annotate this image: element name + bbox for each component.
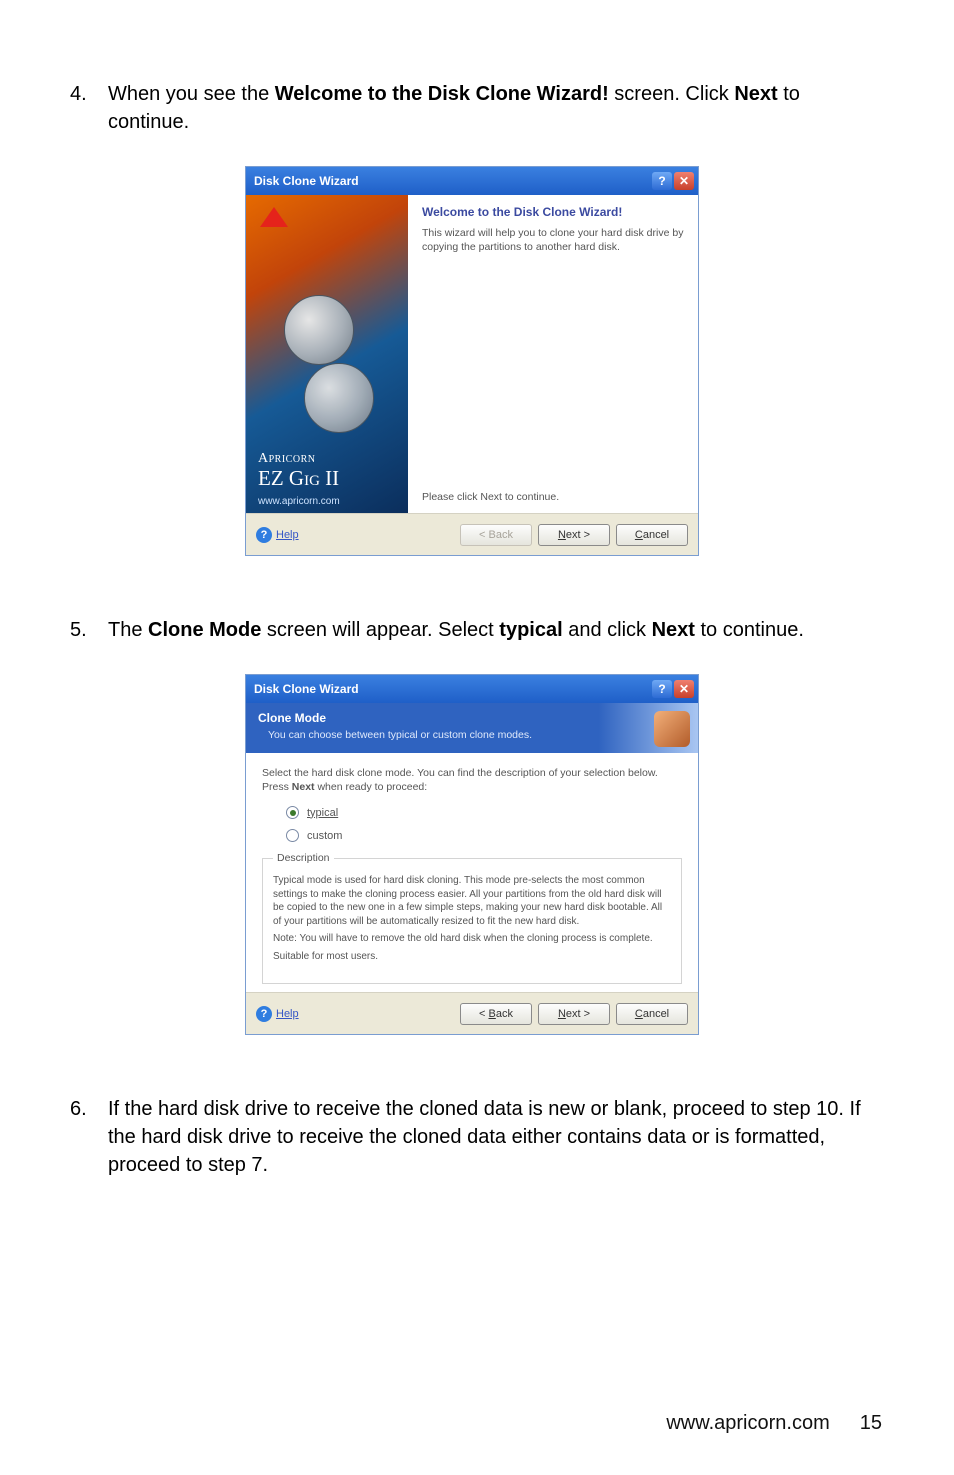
wizard1-button-bar: ? Help < Back Next > Cancel — [246, 513, 698, 555]
wizard1-heading: Welcome to the Disk Clone Wizard! — [422, 205, 684, 219]
help-link[interactable]: ? Help — [256, 1006, 299, 1022]
page-footer: www.apricorn.com 15 — [666, 1412, 882, 1435]
radio-icon — [286, 806, 299, 819]
next-button[interactable]: Next > — [538, 1003, 610, 1025]
help-question-icon: ? — [256, 1006, 272, 1022]
close-icon[interactable]: ✕ — [674, 172, 694, 190]
radio-custom[interactable]: custom — [286, 829, 682, 842]
step-5: 5. The Clone Mode screen will appear. Se… — [60, 616, 884, 644]
wizard1-intro-text: This wizard will help you to clone your … — [422, 227, 684, 254]
wizard2-figure: Disk Clone Wizard ? ✕ Clone Mode You can… — [60, 674, 884, 1035]
cancel-button[interactable]: Cancel — [616, 524, 688, 546]
wizard1-titlebar: Disk Clone Wizard ? ✕ — [246, 167, 698, 195]
description-p3: Suitable for most users. — [273, 950, 671, 964]
footer-url: www.apricorn.com — [666, 1412, 829, 1435]
brand-line2: EZ Gig II — [258, 467, 339, 489]
description-legend: Description — [273, 852, 334, 864]
description-p2: Note: You will have to remove the old ha… — [273, 932, 671, 946]
wizard2-titlebar: Disk Clone Wizard ? ✕ — [246, 675, 698, 703]
help-link[interactable]: ? Help — [256, 527, 299, 543]
step-text: The Clone Mode screen will appear. Selec… — [108, 616, 884, 644]
help-icon[interactable]: ? — [652, 172, 672, 190]
disk-icon — [284, 295, 354, 365]
brand-line1: Apricorn — [258, 452, 339, 467]
wizard1-window: Disk Clone Wizard ? ✕ Apricorn EZ Gig II… — [245, 166, 699, 556]
next-button[interactable]: Next > — [538, 524, 610, 546]
step-number: 6. — [60, 1095, 108, 1179]
step-number: 4. — [60, 80, 108, 136]
step-text: If the hard disk drive to receive the cl… — [108, 1095, 884, 1179]
apricorn-logo-icon — [260, 207, 288, 227]
step-text: When you see the Welcome to the Disk Clo… — [108, 80, 884, 136]
wizard1-sidebar-image: Apricorn EZ Gig II www.apricorn.com — [246, 195, 408, 513]
wizard2-window: Disk Clone Wizard ? ✕ Clone Mode You can… — [245, 674, 699, 1035]
wizard2-lead-text: Select the hard disk clone mode. You can… — [262, 767, 682, 794]
cancel-button[interactable]: Cancel — [616, 1003, 688, 1025]
wizard2-header: Clone Mode You can choose between typica… — [246, 703, 698, 753]
step-6: 6. If the hard disk drive to receive the… — [60, 1095, 884, 1179]
disk-icon — [304, 363, 374, 433]
radio-typical[interactable]: typical — [286, 806, 682, 819]
wizard2-header-title: Clone Mode — [258, 711, 686, 725]
footer-page-number: 15 — [860, 1412, 882, 1435]
wizard1-title: Disk Clone Wizard — [254, 174, 359, 188]
wizard2-body: Select the hard disk clone mode. You can… — [246, 753, 698, 992]
wizard1-please-text: Please click Next to continue. — [422, 491, 684, 503]
description-p1: Typical mode is used for hard disk cloni… — [273, 874, 671, 928]
radio-icon — [286, 829, 299, 842]
wizard2-header-sub: You can choose between typical or custom… — [268, 729, 686, 741]
step-number: 5. — [60, 616, 108, 644]
help-question-icon: ? — [256, 527, 272, 543]
wizard2-title: Disk Clone Wizard — [254, 682, 359, 696]
wizard2-button-bar: ? Help < Back Next > Cancel Next > Cance… — [246, 992, 698, 1034]
back-button: < Back — [460, 524, 532, 546]
description-box: Description Typical mode is used for har… — [262, 852, 682, 984]
help-icon[interactable]: ? — [652, 680, 672, 698]
back-button[interactable]: < Back — [460, 1003, 532, 1025]
clone-icon — [654, 711, 690, 747]
close-icon[interactable]: ✕ — [674, 680, 694, 698]
step-4: 4. When you see the Welcome to the Disk … — [60, 80, 884, 136]
brand-url: www.apricorn.com — [258, 496, 340, 507]
wizard1-figure: Disk Clone Wizard ? ✕ Apricorn EZ Gig II… — [60, 166, 884, 556]
wizard1-content: Welcome to the Disk Clone Wizard! This w… — [408, 195, 698, 513]
